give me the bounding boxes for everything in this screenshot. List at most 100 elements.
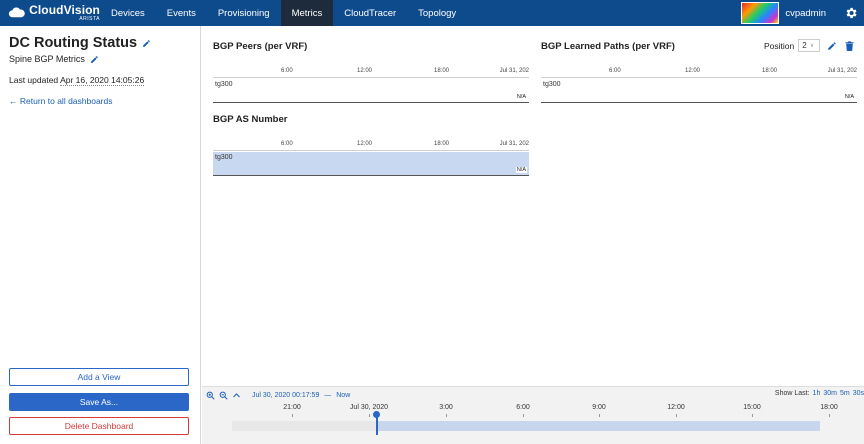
device-label: tg300 bbox=[215, 154, 233, 161]
device-label: tg300 bbox=[543, 81, 561, 88]
timeline-tick: Jul 30, 2020 bbox=[349, 404, 389, 411]
arrow-left-icon: ← bbox=[9, 96, 18, 106]
range-start: Jul 30, 2020 00:17:59 bbox=[252, 392, 320, 399]
position-label: Position bbox=[764, 40, 795, 51]
axis-tick: 18:00 bbox=[762, 68, 778, 74]
position-select[interactable]: 2 ∨ bbox=[798, 39, 821, 52]
cloud-icon bbox=[8, 7, 25, 18]
dashboard-canvas: BGP Peers (per VRF) 6:00 12:00 18:00 Jul… bbox=[202, 26, 864, 386]
axis-tick: 18:00 bbox=[434, 141, 450, 147]
range-separator: — bbox=[324, 392, 332, 399]
widget-title: BGP Learned Paths (per VRF) bbox=[541, 41, 675, 52]
cloudvision-logo[interactable]: CloudVision ARISTA bbox=[0, 0, 100, 26]
show-last-30s[interactable]: 30s bbox=[853, 390, 864, 397]
dashboard-subtitle-row: Spine BGP Metrics bbox=[9, 54, 99, 64]
timeline-tick: 15:00 bbox=[743, 404, 761, 411]
show-last-control: Show Last: 1h 30m 5m 30s bbox=[775, 390, 864, 397]
timeline-selection[interactable] bbox=[377, 421, 820, 431]
pencil-icon bbox=[91, 55, 98, 63]
return-link-label: Return to all dashboards bbox=[19, 96, 113, 106]
settings-button[interactable] bbox=[838, 0, 864, 26]
axis-tick: 12:00 bbox=[357, 141, 373, 147]
last-updated: Last updated Apr 16, 2020 14:05:26 bbox=[9, 75, 145, 86]
timeline-handle-knob[interactable] bbox=[373, 411, 380, 418]
edit-subtitle-button[interactable] bbox=[90, 55, 99, 64]
zoom-in-button[interactable] bbox=[205, 390, 216, 401]
trash-icon bbox=[845, 40, 854, 51]
widget-title: BGP AS Number bbox=[213, 114, 288, 125]
device-label: tg300 bbox=[215, 81, 233, 88]
nav-topology[interactable]: Topology bbox=[407, 0, 467, 26]
brand-sub: ARISTA bbox=[79, 16, 100, 22]
nav-devices[interactable]: Devices bbox=[100, 0, 156, 26]
zoom-out-button[interactable] bbox=[218, 390, 229, 401]
axis-tick: 6:00 bbox=[281, 68, 293, 74]
show-last-30m[interactable]: 30m bbox=[823, 390, 837, 397]
dashboard-title-row: DC Routing Status bbox=[9, 35, 151, 51]
timeline-bar: Jul 30, 2020 00:17:59 — Now Show Last: 1… bbox=[202, 386, 864, 444]
delete-dashboard-button[interactable]: Delete Dashboard bbox=[9, 417, 189, 435]
collapse-timeline-button[interactable] bbox=[231, 390, 242, 401]
timeline-tick: 12:00 bbox=[667, 404, 685, 411]
timeline-range[interactable]: Jul 30, 2020 00:17:59 — Now bbox=[252, 392, 350, 399]
axis-tick: 6:00 bbox=[609, 68, 621, 74]
value-label: N/A bbox=[843, 94, 855, 100]
nav-provisioning[interactable]: Provisioning bbox=[207, 0, 281, 26]
user-avatar[interactable] bbox=[741, 2, 780, 24]
zoom-in-icon bbox=[206, 391, 215, 400]
chevron-up-icon bbox=[233, 393, 240, 398]
return-to-dashboards-link[interactable]: ← Return to all dashboards bbox=[9, 96, 113, 106]
username[interactable]: cvpadmin bbox=[785, 8, 826, 19]
time-axis: 6:00 12:00 18:00 Jul 31, 202 bbox=[541, 68, 857, 78]
position-value: 2 bbox=[802, 41, 807, 50]
timeline-tick: 9:00 bbox=[592, 404, 606, 411]
axis-tick: Jul 31, 202 bbox=[827, 68, 857, 74]
edit-title-button[interactable] bbox=[142, 39, 151, 48]
show-last-label: Show Last: bbox=[774, 390, 810, 397]
delete-widget-button[interactable] bbox=[845, 40, 854, 51]
timeline-tick: 6:00 bbox=[516, 404, 530, 411]
last-updated-label: Last updated bbox=[9, 75, 59, 85]
timeline-tick: 3:00 bbox=[439, 404, 453, 411]
save-as-button[interactable]: Save As... bbox=[9, 393, 189, 411]
timeline-tickmark bbox=[369, 414, 370, 417]
widget-title: BGP Peers (per VRF) bbox=[213, 41, 308, 52]
data-row[interactable]: tg300 N/A bbox=[213, 79, 529, 103]
timeline-tickmark bbox=[676, 414, 677, 417]
show-last-5m[interactable]: 5m bbox=[840, 390, 850, 397]
timeline-tickmark bbox=[523, 414, 524, 417]
pencil-icon bbox=[828, 41, 836, 50]
nav-cloudtracer[interactable]: CloudTracer bbox=[333, 0, 407, 26]
add-view-button[interactable]: Add a View bbox=[9, 368, 189, 386]
time-axis: 6:00 12:00 18:00 Jul 31, 202 bbox=[213, 141, 529, 151]
timeline-tick: 21:00 bbox=[283, 404, 301, 411]
axis-tick: 12:00 bbox=[357, 68, 373, 74]
dashboard-title: DC Routing Status bbox=[9, 35, 138, 51]
timeline-tickmark bbox=[752, 414, 753, 417]
zoom-out-icon bbox=[219, 391, 228, 400]
timeline-tickmark bbox=[599, 414, 600, 417]
timeline-tick: 18:00 bbox=[820, 404, 838, 411]
edit-widget-button[interactable] bbox=[827, 41, 837, 51]
axis-tick: 12:00 bbox=[685, 68, 701, 74]
timeline-tickmark bbox=[829, 414, 830, 417]
widget-bgp-as-number[interactable]: BGP AS Number 6:00 12:00 18:00 Jul 31, 2… bbox=[213, 114, 529, 184]
brand-name: CloudVision bbox=[29, 3, 100, 17]
data-row[interactable]: tg300 N/A bbox=[541, 79, 857, 103]
time-axis: 6:00 12:00 18:00 Jul 31, 202 bbox=[213, 68, 529, 78]
widget-position-control: Position 2 ∨ bbox=[764, 39, 854, 52]
axis-tick: 6:00 bbox=[281, 141, 293, 147]
timeline-tickmark bbox=[446, 414, 447, 417]
widget-bgp-peers[interactable]: BGP Peers (per VRF) 6:00 12:00 18:00 Jul… bbox=[213, 41, 529, 111]
gear-icon bbox=[846, 7, 857, 19]
top-navigation-bar: CloudVision ARISTA Devices Events Provis… bbox=[0, 0, 864, 26]
nav-metrics[interactable]: Metrics bbox=[280, 0, 334, 26]
value-label: N/A bbox=[515, 94, 527, 100]
pencil-icon bbox=[143, 39, 150, 47]
nav-events[interactable]: Events bbox=[156, 0, 207, 26]
axis-tick: Jul 31, 202 bbox=[499, 68, 529, 74]
show-last-1h[interactable]: 1h bbox=[813, 390, 821, 397]
value-label: N/A bbox=[515, 167, 527, 173]
data-row[interactable]: tg300 N/A bbox=[213, 152, 529, 176]
timeline-tools: Jul 30, 2020 00:17:59 — Now bbox=[205, 390, 350, 401]
